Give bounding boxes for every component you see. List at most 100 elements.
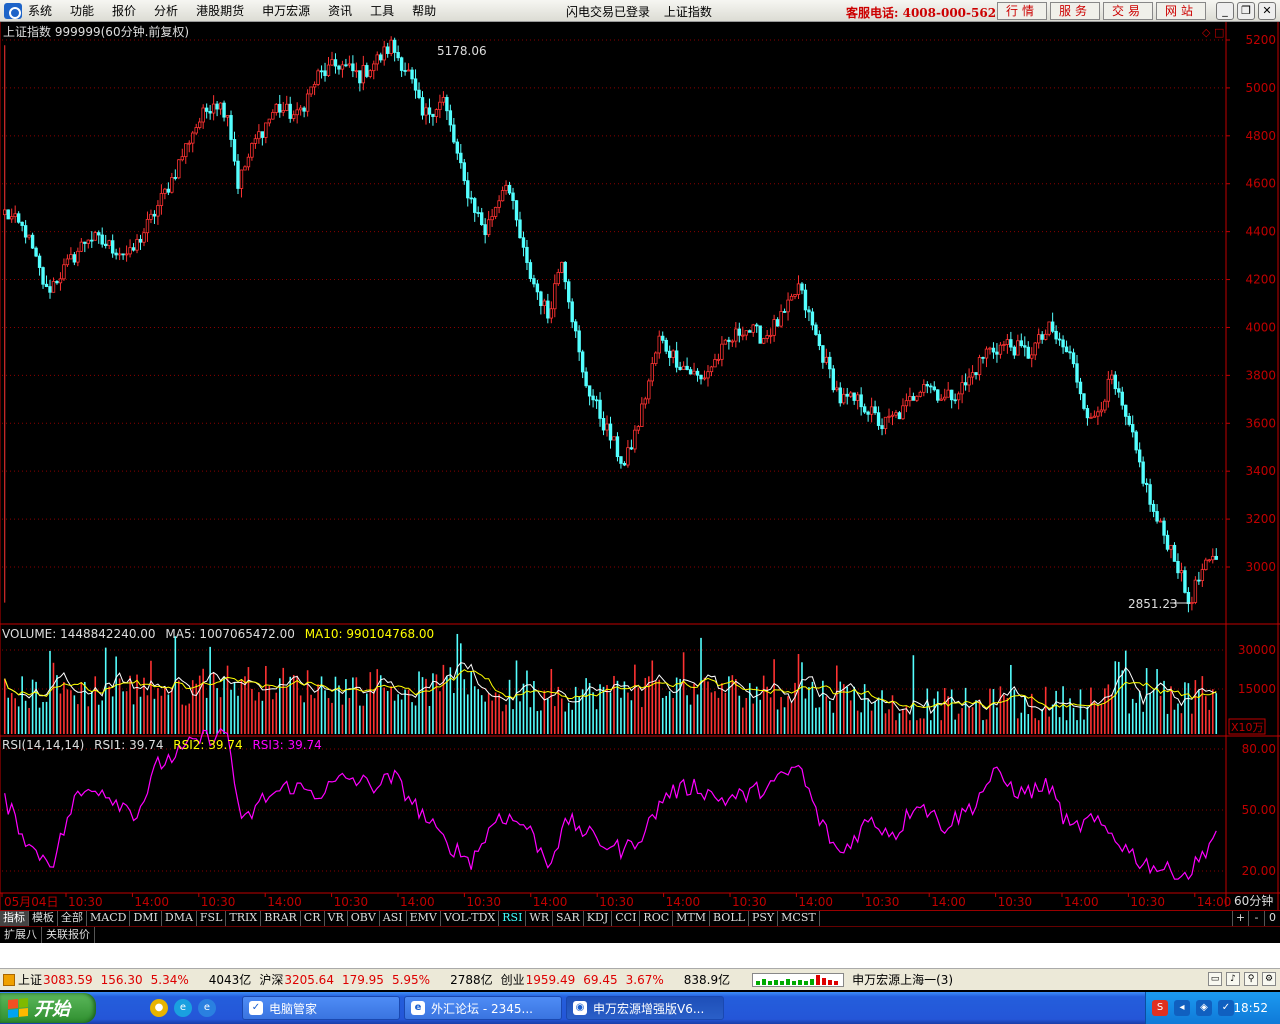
chart-area[interactable]: 5200 5000 4800 4600 4400 4200 4000 3800 3600 3400…	[0, 22, 1280, 910]
start-button[interactable]: 开始	[0, 993, 96, 1023]
tab-kdj[interactable]: KDJ	[584, 911, 613, 926]
tab-template[interactable]: 模板	[29, 911, 58, 926]
minimize-icon[interactable]: _	[1216, 2, 1234, 20]
candle-body	[814, 324, 818, 335]
shield-tray-icon[interactable]: ✓	[1218, 1000, 1234, 1016]
time-tick-label: 10:30	[201, 895, 236, 909]
candle-body	[943, 396, 947, 400]
tab-asi[interactable]: ASI	[380, 911, 407, 926]
menu-item-quote[interactable]: 报价	[112, 2, 136, 19]
candle-body	[225, 115, 230, 118]
service-button[interactable]: 服务	[1050, 2, 1100, 20]
menu-item-help[interactable]: 帮助	[412, 2, 436, 19]
candle-body	[218, 102, 223, 110]
tab-extension-8[interactable]: 扩展八	[0, 927, 42, 943]
candle-body	[1120, 391, 1124, 406]
taskbar-item-label: 申万宏源增强版V6...	[593, 1001, 705, 1016]
tab-fsl[interactable]: FSL	[197, 911, 227, 926]
menu-item-tools[interactable]: 工具	[370, 2, 394, 19]
candle-body	[549, 308, 554, 319]
taskbar-item-forum[interactable]: e 外汇论坛 - 2345...	[404, 996, 562, 1020]
zoom-reset-button[interactable]: 0	[1264, 911, 1280, 926]
menu-item-hk-futures[interactable]: 港股期货	[196, 2, 244, 19]
tab-rsi[interactable]: RSI	[499, 911, 527, 926]
diamond-icon[interactable]: ◇	[1202, 26, 1211, 39]
tab-roc[interactable]: ROC	[640, 911, 674, 926]
sh-index-value: 3083.59	[43, 972, 93, 987]
time-tick-label: 14:00	[666, 895, 701, 909]
taskbar-item-pc-manager[interactable]: ✓ 电脑管家	[242, 996, 400, 1020]
candle-body	[305, 93, 310, 112]
input-method-icon[interactable]: S	[1152, 1000, 1168, 1016]
menu-item-analysis[interactable]: 分析	[154, 2, 178, 19]
tab-vr[interactable]: VR	[325, 911, 348, 926]
ie-icon[interactable]: e	[198, 999, 216, 1017]
menu-item-broker[interactable]: 申万宏源	[262, 2, 310, 19]
trade-button[interactable]: 交易	[1103, 2, 1153, 20]
tab-zoom-controls: + -0	[1232, 911, 1280, 926]
settings-icon[interactable]: ⚙	[1262, 972, 1276, 986]
menu-item-system[interactable]: 系统	[28, 2, 52, 19]
network-icon[interactable]: ⚲	[1244, 972, 1258, 986]
tab-vol-tdx[interactable]: VOL-TDX	[441, 911, 500, 926]
candle-body	[441, 97, 446, 103]
tab-cr[interactable]: CR	[301, 911, 325, 926]
candle-body	[615, 436, 620, 458]
candle-body	[995, 351, 999, 355]
tab-trix[interactable]: TRIX	[226, 911, 262, 926]
tab-related-quotes[interactable]: 关联报价	[42, 927, 95, 943]
zoom-out-button[interactable]: -	[1248, 911, 1264, 926]
browser-icon[interactable]: e	[174, 999, 192, 1017]
website-button[interactable]: 网站	[1156, 2, 1206, 20]
tab-dma[interactable]: DMA	[162, 911, 197, 926]
tab-dmi[interactable]: DMI	[130, 911, 162, 926]
tab-psy[interactable]: PSY	[749, 911, 779, 926]
taskbar-item-trading-app[interactable]: ◉ 申万宏源增强版V6...	[566, 996, 724, 1020]
hs-index-amount: 2788亿	[450, 973, 493, 987]
volume-icon[interactable]: ◂	[1174, 1000, 1190, 1016]
restore-icon[interactable]: ❐	[1237, 2, 1255, 20]
rsi-tick-label: 80.00	[1242, 742, 1276, 756]
candle-body	[918, 391, 923, 397]
time-tick-label: 10:30	[865, 895, 900, 909]
candle-body	[473, 198, 477, 213]
candle-body	[695, 370, 700, 376]
market-button[interactable]: 行情	[997, 2, 1047, 20]
network-tray-icon[interactable]: ◈	[1196, 1000, 1212, 1016]
tab-mcst[interactable]: MCST	[778, 911, 820, 926]
candle-body	[264, 122, 268, 138]
tab-cci[interactable]: CCI	[612, 911, 641, 926]
candle-body	[410, 69, 414, 80]
tab-all[interactable]: 全部	[58, 911, 87, 926]
tab-mtm[interactable]: MTM	[673, 911, 711, 926]
period-label[interactable]: 60分钟	[1234, 893, 1273, 908]
candle-body	[288, 103, 292, 119]
menu-item-function[interactable]: 功能	[70, 2, 94, 19]
tab-boll[interactable]: BOLL	[710, 911, 749, 926]
candle-body	[643, 398, 648, 405]
window-square-icon[interactable]: □	[1214, 26, 1224, 39]
guard-icon[interactable]: ●	[150, 999, 168, 1017]
candle-body	[1169, 544, 1173, 550]
chart-svg[interactable]: 5200 5000 4800 4600 4400 4200 4000 3800 3600 3400…	[0, 22, 1280, 910]
candle-body	[48, 286, 52, 293]
candle-body	[1124, 404, 1128, 417]
sound-icon[interactable]: ♪	[1226, 972, 1240, 986]
close-icon[interactable]: ✕	[1258, 2, 1276, 20]
menu-item-info[interactable]: 资讯	[328, 2, 352, 19]
zoom-in-button[interactable]: +	[1232, 911, 1248, 926]
tab-wr[interactable]: WR	[526, 911, 554, 926]
tab-emv[interactable]: EMV	[407, 911, 441, 926]
candle-body	[1155, 511, 1159, 522]
low-price-label: 2851.23	[1128, 597, 1178, 611]
time-tick-label: 10:30	[466, 895, 501, 909]
message-icon[interactable]: ▭	[1208, 972, 1222, 986]
tab-indicator[interactable]: 指标	[0, 911, 29, 926]
tab-brar[interactable]: BRAR	[261, 911, 301, 926]
candle-body	[591, 395, 595, 401]
tab-sar[interactable]: SAR	[553, 911, 584, 926]
tab-obv[interactable]: OBV	[348, 911, 380, 926]
candle-body	[629, 447, 634, 450]
tab-macd[interactable]: MACD	[87, 911, 131, 926]
app-logo-icon	[4, 2, 22, 19]
